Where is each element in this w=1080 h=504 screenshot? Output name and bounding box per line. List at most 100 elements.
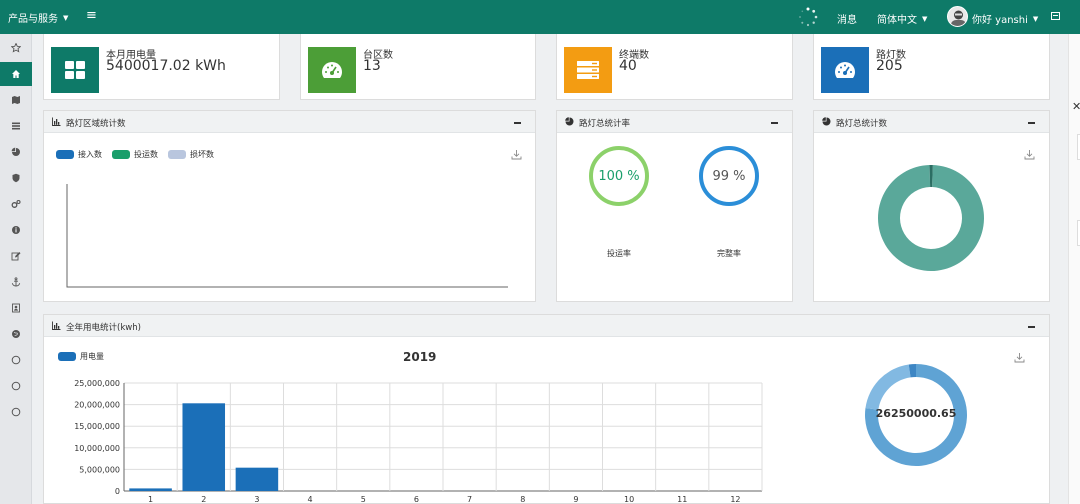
legend-label: 投运数 xyxy=(134,150,158,159)
stat-card-terminal-count: 终端数 40 xyxy=(556,34,793,100)
sidebar-item-info[interactable] xyxy=(0,218,32,242)
annual-total-value: 26250000.65 xyxy=(875,407,957,420)
x-tick-label: 2 xyxy=(201,495,206,503)
sidebar xyxy=(0,34,32,504)
user-menu[interactable]: 你好 yanshi ▼ xyxy=(972,11,1039,27)
products-services-label: 产品与服务 xyxy=(8,14,58,25)
panel-header: 路灯总统计数 xyxy=(814,111,1049,133)
sidebar-item-circle-3[interactable] xyxy=(0,400,32,424)
sidebar-item-pie-chart[interactable] xyxy=(0,140,32,164)
sidebar-item-circle-2[interactable] xyxy=(0,374,32,398)
panel-header: 路灯区域统计数 xyxy=(44,111,535,133)
sidebar-item-contact-card[interactable] xyxy=(0,296,32,320)
x-tick-label: 4 xyxy=(308,495,313,503)
region-chart-axes xyxy=(66,184,508,288)
panel-header: 路灯总统计率 xyxy=(557,111,792,133)
gears-icon xyxy=(11,199,21,208)
close-icon[interactable]: ✕ xyxy=(1072,100,1080,113)
bar-chart-icon xyxy=(52,321,61,330)
sidebar-item-shield[interactable] xyxy=(0,166,32,190)
chart-title: 2019 xyxy=(403,350,437,364)
download-icon[interactable] xyxy=(1014,352,1025,363)
x-tick-label: 12 xyxy=(730,495,740,503)
stat-icon-box xyxy=(564,47,612,93)
edit-icon xyxy=(11,252,21,261)
circle-icon xyxy=(11,355,21,365)
minimize-icon[interactable] xyxy=(1028,122,1035,124)
bar-month-3[interactable] xyxy=(235,467,279,491)
circle-icon xyxy=(11,381,21,391)
caret-down-icon: ▼ xyxy=(1032,14,1039,23)
y-tick-label: 0 xyxy=(115,487,120,496)
x-tick-label: 9 xyxy=(573,495,578,503)
x-tick-label: 11 xyxy=(677,495,687,503)
bar-month-1[interactable] xyxy=(129,488,172,491)
sidebar-item-map[interactable] xyxy=(0,88,32,112)
server-icon xyxy=(577,61,599,79)
contact-card-icon xyxy=(12,303,20,313)
language-selector[interactable]: 简体中文 ▼ xyxy=(877,11,927,27)
download-icon[interactable] xyxy=(511,149,522,160)
donut-slice[interactable] xyxy=(865,364,911,410)
products-services-menu[interactable]: 产品与服务 ▼ xyxy=(8,10,69,26)
annual-bar-chart: 0 5,000,000 10,000,000 15,000,000 20,000,000… xyxy=(74,379,763,503)
id-card-icon[interactable] xyxy=(1051,12,1060,20)
messages-link[interactable]: 消息 xyxy=(837,11,857,26)
bar-month-2[interactable] xyxy=(182,403,226,491)
legend-item[interactable]: 损坏数 xyxy=(168,149,214,160)
panel-title: 路灯总统计率 xyxy=(579,119,631,129)
panel-title: 路灯区域统计数 xyxy=(66,119,126,129)
shield-icon xyxy=(12,173,20,183)
language-label: 简体中文 xyxy=(877,15,917,26)
legend-swatch xyxy=(168,150,186,159)
minimize-icon[interactable] xyxy=(771,122,778,124)
sidebar-item-anchor[interactable] xyxy=(0,270,32,294)
panel-rate-stats: 路灯总统计率 100 % 投运率 99 % 完整率 xyxy=(556,110,793,302)
legend-item[interactable]: 投运数 xyxy=(112,149,158,160)
user-greeting: 你好 yanshi xyxy=(972,15,1028,26)
sidebar-item-list[interactable] xyxy=(0,114,32,138)
sidebar-item-circle-1[interactable] xyxy=(0,348,32,372)
sidebar-item-star[interactable] xyxy=(0,36,32,60)
legend-swatch xyxy=(58,352,76,361)
list-icon xyxy=(12,122,20,130)
panel-header: 全年用电统计(kwh) xyxy=(44,315,1049,337)
sidebar-item-home[interactable] xyxy=(0,62,32,86)
panel-title: 全年用电统计(kwh) xyxy=(66,323,141,333)
avatar-image-icon xyxy=(951,10,966,26)
minimize-icon[interactable] xyxy=(1028,326,1035,328)
user-avatar[interactable] xyxy=(947,6,968,27)
sidebar-item-edit[interactable] xyxy=(0,244,32,268)
stat-card-monthly-power: 本月用电量 5400017.02 kWh xyxy=(43,34,280,100)
info-icon xyxy=(12,226,20,234)
panel-region-stats: 路灯区域统计数 接入数 投运数 损坏数 xyxy=(43,110,536,302)
pie-chart-icon xyxy=(565,117,574,126)
sidebar-item-globe[interactable] xyxy=(0,322,32,346)
gauge-label: 完整率 xyxy=(717,249,741,258)
hamburger-menu-icon[interactable]: ≡ xyxy=(86,9,97,23)
legend-item[interactable]: 用电量 xyxy=(58,351,104,362)
legend-label: 用电量 xyxy=(80,352,104,361)
x-tick-label: 1 xyxy=(148,495,153,503)
y-tick-label: 10,000,000 xyxy=(74,444,120,453)
caret-down-icon: ▼ xyxy=(63,13,69,22)
circle-icon xyxy=(11,407,21,417)
stat-icon-box xyxy=(821,47,869,93)
y-tick-label: 25,000,000 xyxy=(74,379,120,388)
x-tick-label: 5 xyxy=(361,495,366,503)
total-donut-chart xyxy=(878,165,984,271)
dashboard-icon xyxy=(322,62,342,78)
stat-icon-box xyxy=(51,47,99,93)
star-icon xyxy=(11,43,21,53)
y-tick-label: 20,000,000 xyxy=(74,401,120,410)
stat-value: 205 xyxy=(876,58,903,74)
download-icon[interactable] xyxy=(1024,149,1035,160)
legend-item[interactable]: 接入数 xyxy=(56,149,102,160)
stat-card-station-count: 台区数 13 xyxy=(300,34,536,100)
minimize-icon[interactable] xyxy=(514,122,521,124)
stat-value: 13 xyxy=(363,58,381,74)
dashboard-icon xyxy=(835,62,855,78)
sidebar-item-gears[interactable] xyxy=(0,192,32,216)
map-icon xyxy=(12,96,20,104)
legend-label: 损坏数 xyxy=(190,150,214,159)
